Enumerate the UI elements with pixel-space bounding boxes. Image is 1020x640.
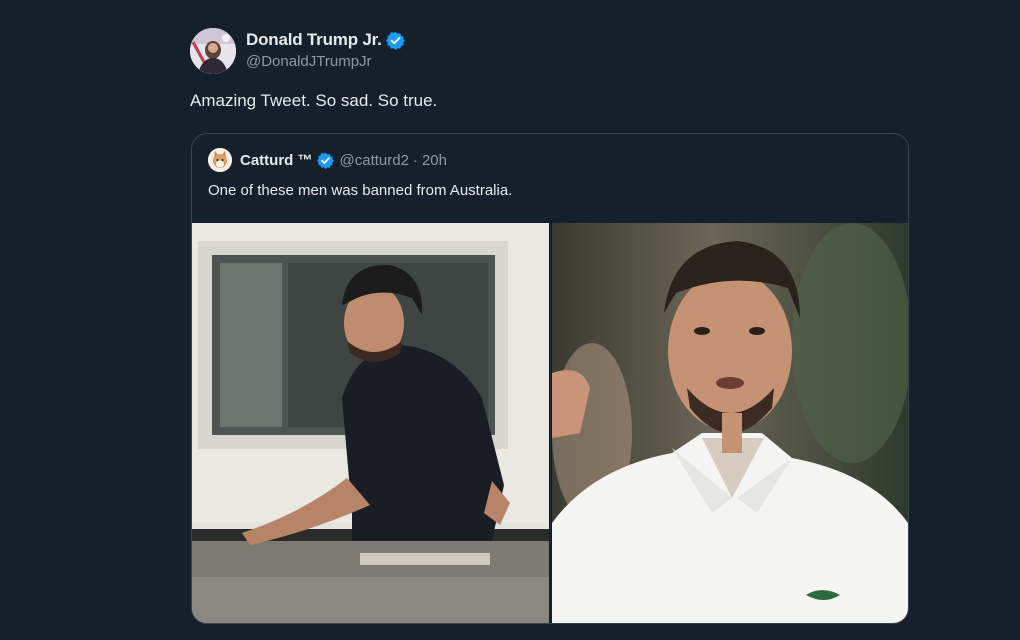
quoted-author-avatar[interactable] xyxy=(208,148,232,172)
quoted-photo-2[interactable] xyxy=(552,223,908,623)
quoted-tweet-header: Catturd ™ @catturd2 · 20h xyxy=(208,148,447,172)
tweet-author: Donald Trump Jr. @DonaldJTrumpJr xyxy=(190,28,910,74)
quoted-timestamp[interactable]: 20h xyxy=(422,152,447,169)
avatar-image-icon xyxy=(190,28,236,74)
tweet-text: Amazing Tweet. So sad. So true. xyxy=(190,91,438,110)
quoted-author-name[interactable]: Catturd ™ xyxy=(240,152,313,169)
quoted-verified-badge-icon xyxy=(316,152,334,169)
cat-avatar-icon xyxy=(208,148,232,172)
author-avatar[interactable] xyxy=(190,28,236,74)
quoted-author-handle[interactable]: @catturd2 xyxy=(340,152,409,169)
photo-man-on-rooftop-icon xyxy=(192,223,549,623)
author-display-name[interactable]: Donald Trump Jr. xyxy=(246,30,382,50)
quoted-tweet-text: One of these men was banned from Austral… xyxy=(208,182,513,199)
quoted-media-grid xyxy=(192,223,908,623)
author-handle[interactable]: @DonaldJTrumpJr xyxy=(246,53,405,70)
tweet[interactable]: Donald Trump Jr. @DonaldJTrumpJr Amazing… xyxy=(190,28,910,624)
quoted-photo-1[interactable] xyxy=(192,223,549,623)
photo-tennis-player-fist-icon xyxy=(552,223,908,623)
quoted-tweet[interactable]: Catturd ™ @catturd2 · 20h One of these m… xyxy=(191,133,909,624)
verified-badge-icon xyxy=(385,31,405,50)
quoted-meta-separator: · xyxy=(412,151,418,169)
